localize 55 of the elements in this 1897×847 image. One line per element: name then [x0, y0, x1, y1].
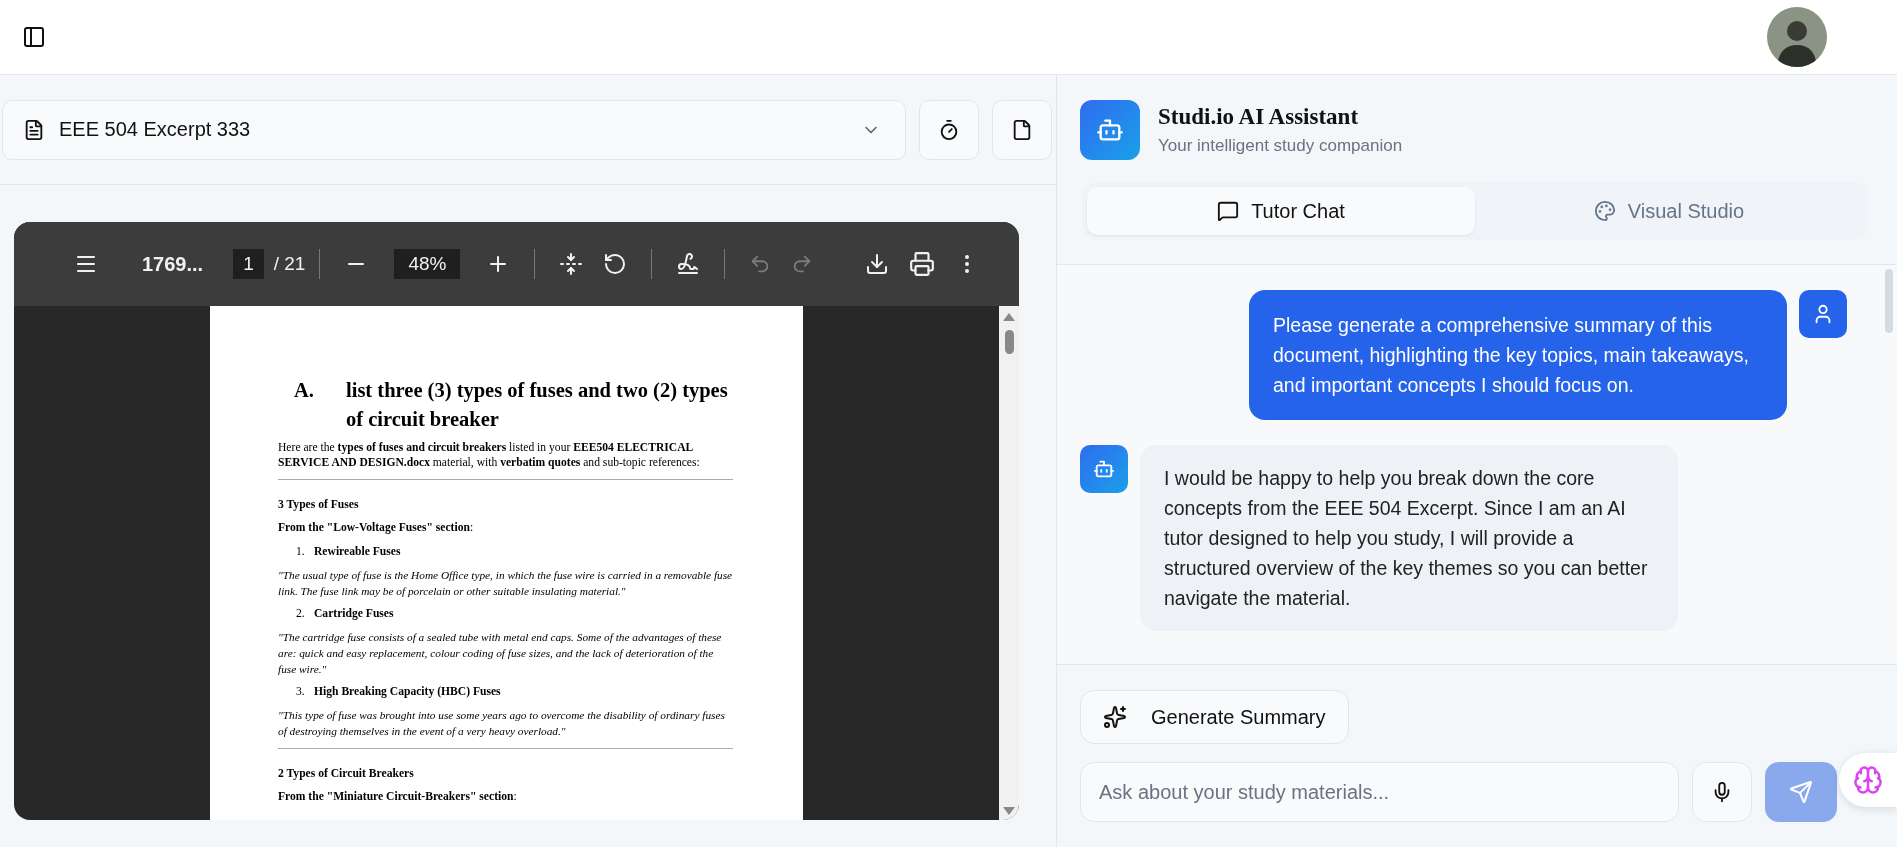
robot-logo-icon	[1080, 100, 1140, 160]
send-icon	[1789, 780, 1813, 804]
sparkles-icon	[1103, 705, 1127, 729]
brain-icon[interactable]	[1839, 753, 1897, 807]
pdf-quote: "This type of fuse was brought into use some years ago to overcome the disability of ordinary fuses of destroying themselves in the event of a very heavy overload."	[278, 708, 726, 739]
list-item: Rewireable Fuses	[314, 544, 401, 559]
scrollbar[interactable]	[1885, 268, 1893, 333]
assistant-title: Studi.io AI Assistant	[1158, 104, 1360, 130]
chat-message: I would be happy to help you break down the core concepts from the EEE 504 Excerpt. Since I am an AI tutor designed to help you study, I will provide a structured overview of the key themes so you can better navigate the material.	[1140, 444, 1678, 631]
page-total: / 21	[273, 253, 306, 275]
pdf-quote: "The usual type of fuse is the Home Office type, in which the fuse wire is carried in a removable fuse link. The fuse link may be of porcelain or other suitable insulating material."	[278, 568, 733, 599]
signature-icon[interactable]	[676, 252, 701, 276]
scrollbar[interactable]	[999, 306, 1019, 820]
list-item: Cartridge Fuses	[314, 606, 394, 621]
chat-input[interactable]: Ask about your study materials...	[1080, 762, 1679, 822]
pdf-paragraph: From the "Miniature Circuit-Breakers" section:	[278, 789, 518, 804]
file-icon	[1011, 118, 1033, 141]
list-item: High Breaking Capacity (HBC) Fuses	[314, 684, 501, 699]
microphone-button[interactable]	[1692, 762, 1752, 822]
scroll-down-icon[interactable]	[1002, 806, 1016, 816]
download-icon[interactable]	[865, 252, 889, 276]
fit-page-icon[interactable]	[559, 252, 584, 276]
pdf-subheading: 3 Types of Fuses	[278, 497, 360, 512]
pdf-paragraph: From the "Low-Voltage Fuses" section:	[278, 520, 475, 535]
palette-icon	[1593, 200, 1616, 222]
timer-button[interactable]	[919, 99, 979, 160]
tab[interactable]: Visual Studio	[1475, 187, 1863, 235]
zoom-field[interactable]: 48%	[394, 249, 461, 279]
pdf-heading: list three (3) types of fuses and two (2) types of circuit breaker	[346, 378, 729, 432]
page-number-field[interactable]: 1	[233, 249, 264, 279]
sidebar-toggle[interactable]	[22, 25, 46, 49]
pdf-subheading: 2 Types of Circuit Breakers	[278, 766, 415, 781]
user-avatar-icon	[1799, 289, 1847, 338]
file-button[interactable]	[992, 99, 1052, 160]
scrollbar-thumb[interactable]	[1004, 330, 1014, 354]
pdf-paragraph: Here are the types of fuses and circuit breakers listed in your EEE504 ELECTRICAL SERVICE AND DESIGN.docx material, with verbatim quotes and sub-topic references:	[278, 440, 701, 470]
item-number: 3.	[296, 684, 306, 699]
document-select[interactable]: EEE 504 Excerpt 333	[2, 99, 906, 160]
chat-message: Please generate a comprehensive summary of this document, highlighting the key topics, main takeaways, and important concepts I should focus on.	[1249, 289, 1787, 420]
user-avatar[interactable]	[1767, 7, 1827, 67]
document-icon	[23, 118, 45, 141]
speech-bubble-icon	[1217, 200, 1240, 222]
heading-marker: A.	[294, 378, 315, 403]
generate-summary-button[interactable]: Generate Summary	[1080, 690, 1349, 744]
file-name: 1769...	[142, 252, 204, 276]
rotate-icon[interactable]	[603, 252, 628, 276]
item-number: 2.	[296, 606, 306, 621]
item-number: 1.	[296, 544, 306, 559]
assistant-subtitle: Your intelligent study companion	[1158, 136, 1403, 156]
scroll-up-icon[interactable]	[1002, 312, 1016, 322]
robot-icon	[1080, 444, 1128, 493]
tab[interactable]: Tutor Chat	[1087, 187, 1475, 235]
pdf-quote: "The cartridge fuse consists of a sealed tube with metal end caps. Some of the advantages of these are: quick and easy replacement, colour coding of fuse sizes, and the lack of deterioration of the fuse wire."	[278, 630, 723, 677]
stopwatch-icon	[938, 118, 960, 141]
print-icon[interactable]	[909, 251, 935, 277]
